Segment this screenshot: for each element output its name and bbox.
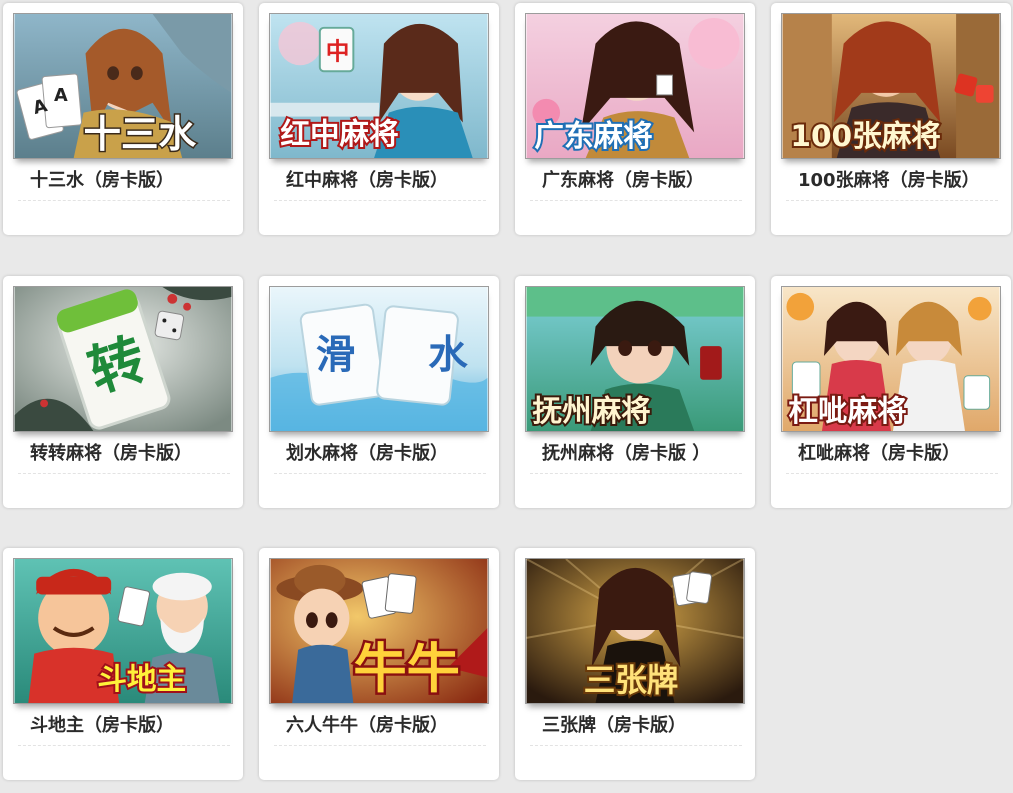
game-thumbnail-liuren-niuniu[interactable]: 牛牛: [269, 558, 489, 704]
svg-text:中: 中: [326, 37, 350, 65]
fuzhou-logo-text: 抚州麻将: [532, 394, 650, 428]
game-title[interactable]: 三张牌（房卡版）: [530, 708, 742, 746]
game-title[interactable]: 抚州麻将（房卡版 ）: [530, 436, 742, 474]
game-card-gangci-mahjong[interactable]: 杠呲麻将 杠呲麻将（房卡版）: [771, 276, 1011, 508]
shisanshui-logo-text: 十三水: [84, 112, 197, 156]
niuniu-artwork: 牛牛: [270, 559, 488, 703]
hongzhong-artwork: 中 红中麻将: [270, 14, 488, 158]
game-thumbnail-hongzhong-mahjong[interactable]: 中 红中麻将: [269, 13, 489, 159]
game-title[interactable]: 100张麻将（房卡版）: [786, 163, 998, 201]
huashui-artwork: 滑 水: [270, 287, 488, 431]
game-card-huashui-mahjong[interactable]: 滑 水 划水麻将（房卡版）: [259, 276, 499, 508]
game-card-shisanshui[interactable]: A A 十三水 十三水（房卡版）: [3, 3, 243, 235]
game-card-guangdong-mahjong[interactable]: 广东麻将 广东麻将（房卡版）: [515, 3, 755, 235]
game-thumbnail-sanzhangpai[interactable]: 三张牌: [525, 558, 745, 704]
game-card-doudizhu[interactable]: 斗地主 斗地主（房卡版）: [3, 548, 243, 780]
game-thumbnail-fuzhou-mahjong[interactable]: 抚州麻将: [525, 286, 745, 432]
guangdong-logo-text: 广东麻将: [534, 119, 652, 153]
huashui-logo-text: 滑 水: [316, 332, 488, 378]
guangdong-artwork: 广东麻将: [526, 14, 744, 158]
game-title[interactable]: 杠呲麻将（房卡版）: [786, 436, 998, 474]
mahjong100-artwork: 100张麻将: [782, 14, 1000, 158]
game-title[interactable]: 斗地主（房卡版）: [18, 708, 230, 746]
game-title[interactable]: 六人牛牛（房卡版）: [274, 708, 486, 746]
sanzhangpai-artwork: 三张牌: [526, 559, 744, 703]
fuzhou-artwork: 抚州麻将: [526, 287, 744, 431]
game-card-fuzhou-mahjong[interactable]: 抚州麻将 抚州麻将（房卡版 ）: [515, 276, 755, 508]
game-thumbnail-huashui-mahjong[interactable]: 滑 水: [269, 286, 489, 432]
shisanshui-artwork: A A 十三水: [14, 14, 232, 158]
zhuanzhuan-artwork: 转: [14, 287, 232, 431]
game-title[interactable]: 广东麻将（房卡版）: [530, 163, 742, 201]
gangci-logo-text: 杠呲麻将: [788, 394, 906, 428]
game-thumbnail-gangci-mahjong[interactable]: 杠呲麻将: [781, 286, 1001, 432]
doudizhu-artwork: 斗地主: [14, 559, 232, 703]
game-card-liuren-niuniu[interactable]: 牛牛 六人牛牛（房卡版）: [259, 548, 499, 780]
niuniu-logo-text: 牛牛: [353, 638, 460, 700]
game-thumbnail-guangdong-mahjong[interactable]: 广东麻将: [525, 13, 745, 159]
game-title[interactable]: 划水麻将（房卡版）: [274, 436, 486, 474]
gangci-artwork: 杠呲麻将: [782, 287, 1000, 431]
hongzhong-logo-text: 红中麻将: [280, 117, 398, 151]
game-title[interactable]: 转转麻将（房卡版）: [18, 436, 230, 474]
game-title[interactable]: 红中麻将（房卡版）: [274, 163, 486, 201]
game-title[interactable]: 十三水（房卡版）: [18, 163, 230, 201]
mahjong100-logo-text: 100张麻将: [790, 119, 940, 153]
game-thumbnail-100-mahjong[interactable]: 100张麻将: [781, 13, 1001, 159]
game-card-zhuanzhuan-mahjong[interactable]: 转 转转麻将（房卡版）: [3, 276, 243, 508]
doudizhu-logo-text: 斗地主: [97, 662, 186, 696]
svg-text:A: A: [54, 86, 68, 106]
sanzhangpai-logo-text: 三张牌: [584, 663, 679, 699]
game-card-sanzhangpai[interactable]: 三张牌 三张牌（房卡版）: [515, 548, 755, 780]
game-card-100-mahjong[interactable]: 100张麻将 100张麻将（房卡版）: [771, 3, 1011, 235]
game-thumbnail-shisanshui[interactable]: A A 十三水: [13, 13, 233, 159]
game-card-hongzhong-mahjong[interactable]: 中 红中麻将 红中麻将（房卡版）: [259, 3, 499, 235]
game-thumbnail-zhuanzhuan-mahjong[interactable]: 转: [13, 286, 233, 432]
game-thumbnail-doudizhu[interactable]: 斗地主: [13, 558, 233, 704]
